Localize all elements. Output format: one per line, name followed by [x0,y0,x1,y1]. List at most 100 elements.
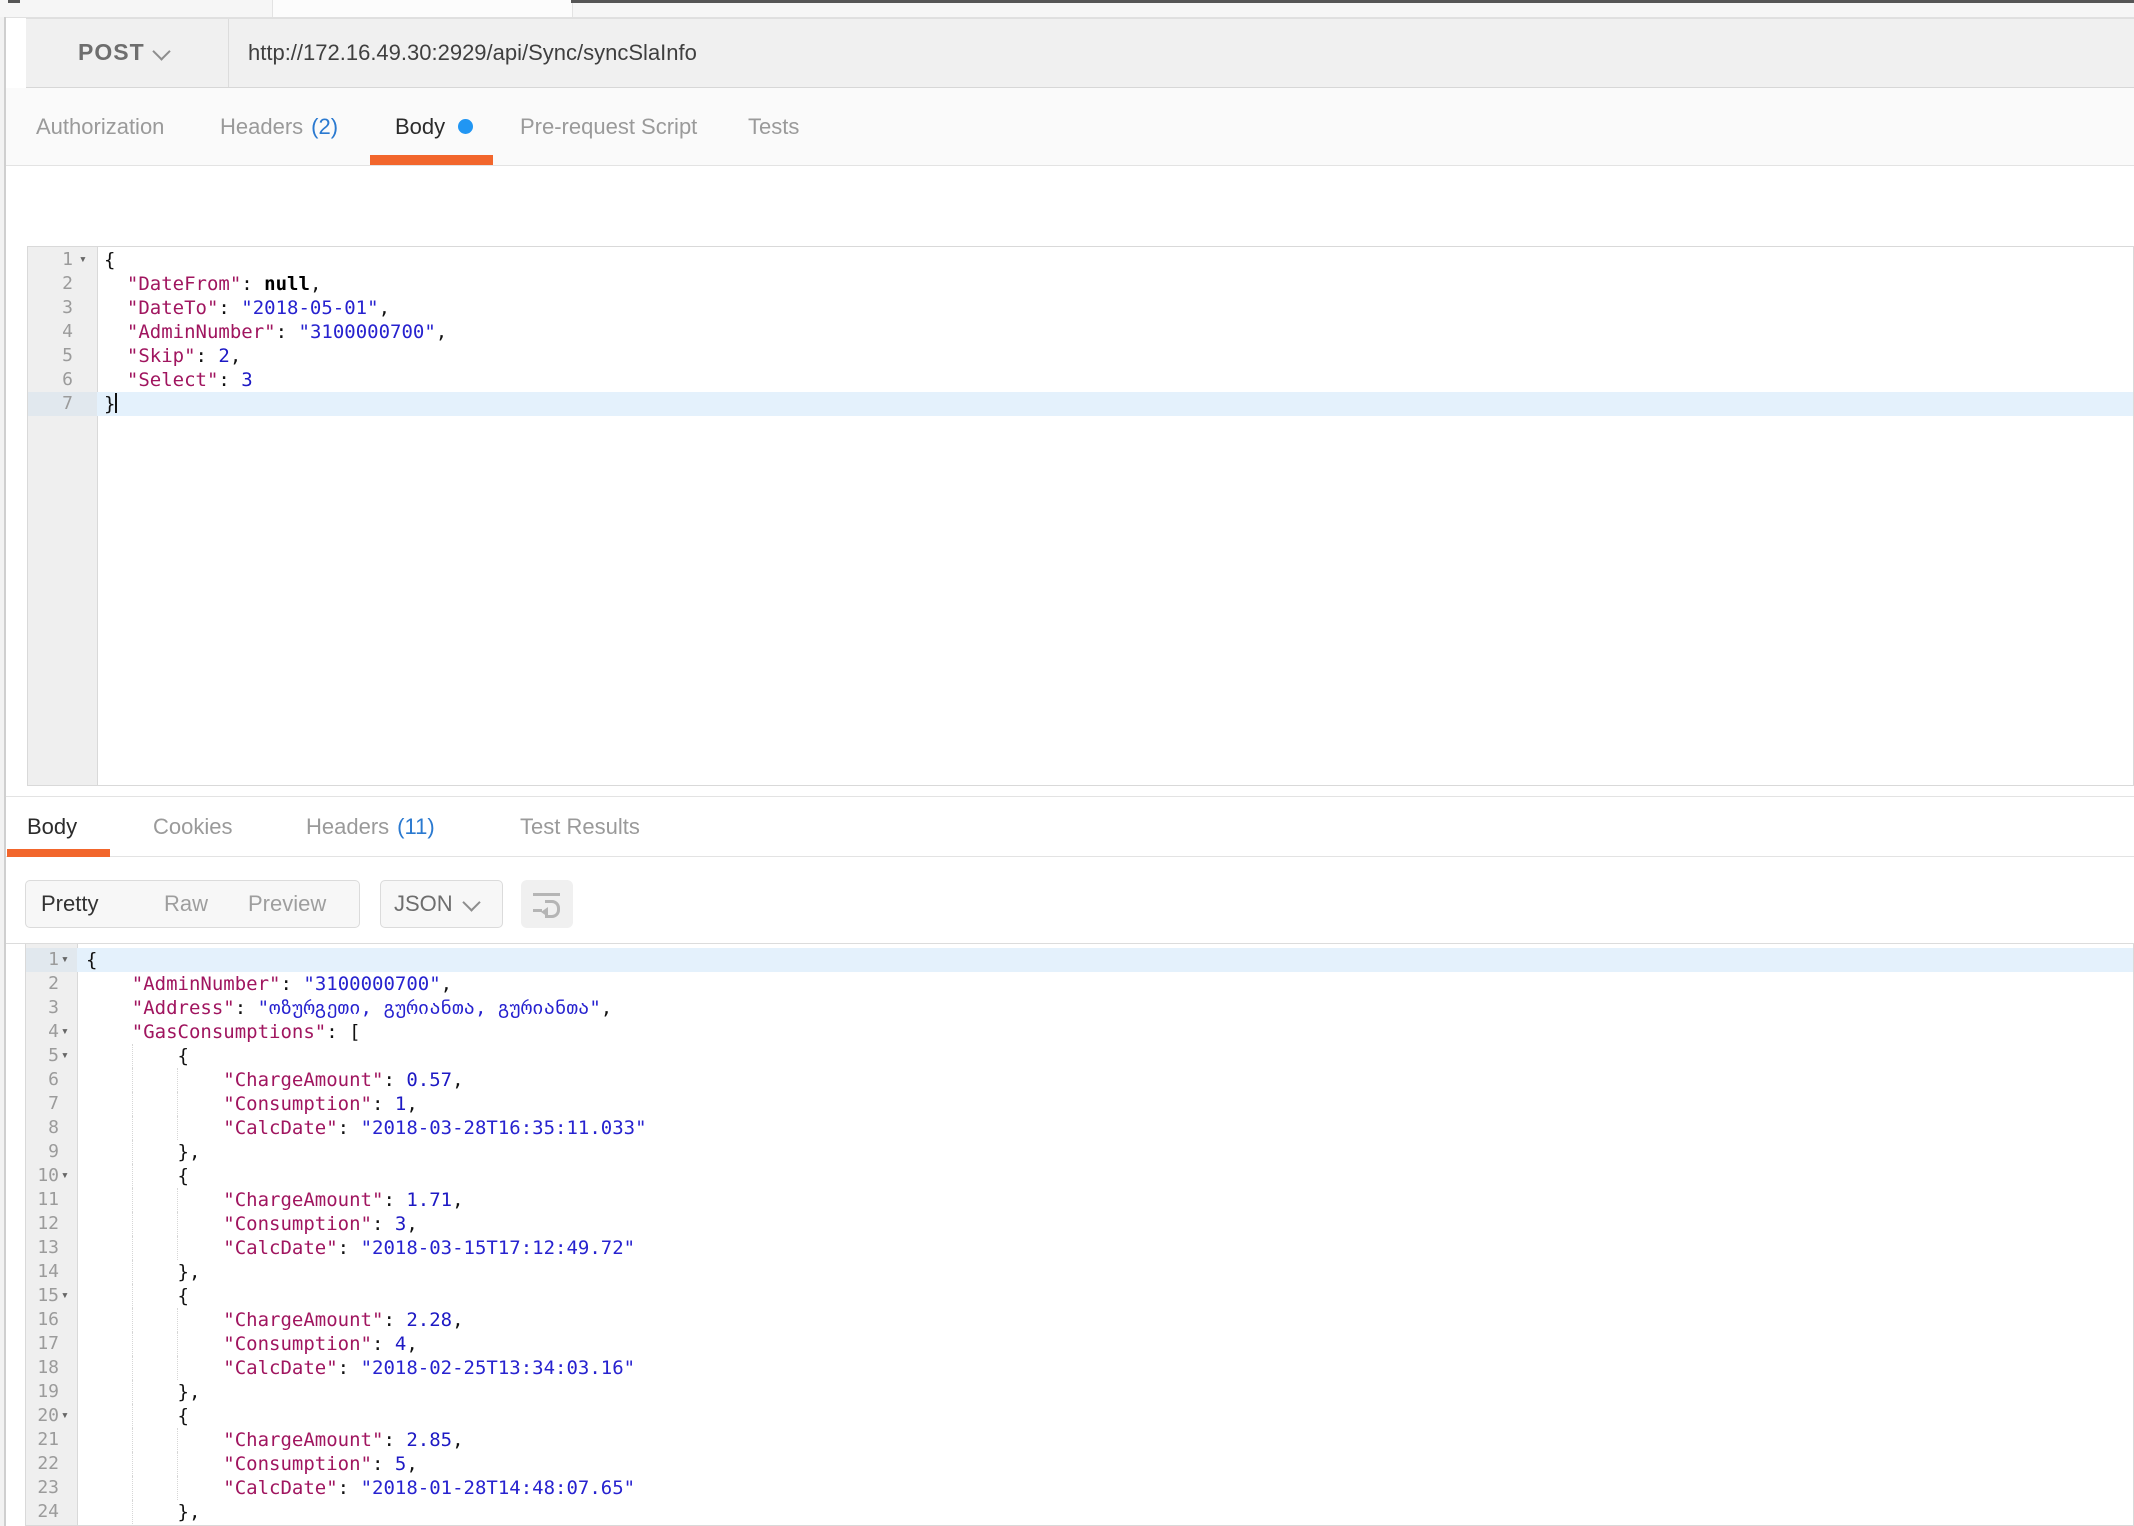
line-number: 13 [26,1236,59,1260]
line-number: 1 [26,948,59,972]
code-line: 14 }, [26,1260,2133,1284]
code-text: "Address": "ოზურგეთი, გურიანთა, გურიანთა… [86,996,612,1020]
response-body-viewer[interactable]: 1▾{2 "AdminNumber": "3100000700",3 "Addr… [25,944,2134,1526]
code-text: "DateTo": "2018-05-01", [104,296,390,320]
view-preview-button[interactable]: Preview [248,891,326,917]
code-line: 15▾ { [26,1284,2133,1308]
code-text: "DateFrom": null, [104,272,321,296]
code-line: 13 "CalcDate": "2018-03-15T17:12:49.72" [26,1236,2133,1260]
code-text: { [104,248,115,272]
tab-label: Cookies [153,814,232,840]
tab-label: Headers [220,114,303,140]
code-line: 8 "CalcDate": "2018-03-28T16:35:11.033" [26,1116,2133,1140]
line-number: 20 [26,1404,59,1428]
code-text: }, [86,1500,200,1524]
code-line: 20▾ { [26,1404,2133,1428]
app-tab-strip [0,0,2134,18]
unsaved-dot-icon [458,119,473,134]
line-number: 21 [26,1428,59,1452]
response-tab-cookies[interactable]: Cookies [153,797,232,856]
code-line: 12 "Consumption": 3, [26,1212,2133,1236]
code-text: "ChargeAmount": 2.85, [86,1428,464,1452]
wrap-lines-icon [533,893,560,896]
method-select[interactable]: POST [26,19,229,87]
text-cursor [115,393,117,413]
code-text: "Consumption": 4, [86,1332,418,1356]
fold-toggle-icon[interactable]: ▾ [61,1284,69,1308]
fold-toggle-icon[interactable]: ▾ [79,248,87,272]
line-number: 7 [28,392,73,416]
line-number: 5 [26,1044,59,1068]
line-number: 6 [28,368,73,392]
line-number: 23 [26,1476,59,1500]
response-format-select[interactable]: JSON [380,880,503,928]
fold-toggle-icon[interactable]: ▾ [61,1164,69,1188]
line-number: 9 [26,1140,59,1164]
tab-body[interactable]: Body [395,88,473,165]
postman-app-window: POST http://172.16.49.30:2929/api/Sync/s… [0,0,2134,1526]
line-number: 6 [26,1068,59,1092]
request-url-bar: POST http://172.16.49.30:2929/api/Sync/s… [26,18,2134,88]
line-number: 14 [26,1260,59,1284]
code-line: 10▾ { [26,1164,2133,1188]
line-number: 7 [26,1092,59,1116]
chevron-down-icon [462,893,480,911]
code-text: "AdminNumber": "3100000700", [86,972,452,996]
code-text: } [104,392,117,416]
line-number: 1 [28,248,73,272]
code-text: "Select": 3 [104,368,253,392]
line-number: 17 [26,1332,59,1356]
tab-headers[interactable]: Headers(2) [220,88,338,165]
code-line: 19 }, [26,1380,2133,1404]
request-tabs: Authorization Headers(2) Body Pre-request S… [6,88,2134,166]
fold-toggle-icon[interactable]: ▾ [61,1044,69,1068]
code-text: "Consumption": 5, [86,1452,418,1476]
code-line: 3 "DateTo": "2018-05-01", [28,296,2133,320]
tab-label: Headers [306,814,389,840]
fold-toggle-icon[interactable]: ▾ [61,1020,69,1044]
code-line: 7} [28,392,2133,416]
tab-label: Authorization [36,114,164,140]
code-line: 16 "ChargeAmount": 2.28, [26,1308,2133,1332]
line-number: 8 [26,1116,59,1140]
url-input[interactable]: http://172.16.49.30:2929/api/Sync/syncSl… [248,40,697,66]
tab-pre-request-script[interactable]: Pre-request Script [520,88,697,165]
code-line: 5 "Skip": 2, [28,344,2133,368]
code-line: 3 "Address": "ოზურგეთი, გურიანთა, გურიან… [26,996,2133,1020]
response-tab-test-results[interactable]: Test Results [520,797,640,856]
tab-tests[interactable]: Tests [748,88,799,165]
code-line: 6 "Select": 3 [28,368,2133,392]
code-text: "Consumption": 1, [86,1092,418,1116]
code-text: "Consumption": 3, [86,1212,418,1236]
tab-label: Pre-request Script [520,114,697,140]
line-number: 11 [26,1188,59,1212]
view-raw-button[interactable]: Raw [164,891,208,917]
code-line: 2 "DateFrom": null, [28,272,2133,296]
fold-toggle-icon[interactable]: ▾ [61,948,69,972]
code-line: 1▾ { [28,248,2133,272]
request-body-editor[interactable]: 1▾{2 "DateFrom": null,3 "DateTo": "2018-… [27,246,2134,786]
wrap-lines-button[interactable] [521,880,573,928]
line-number: 2 [28,272,73,296]
code-line: 24 }, [26,1500,2133,1524]
code-line: 18 "CalcDate": "2018-02-25T13:34:03.16" [26,1356,2133,1380]
fold-toggle-icon[interactable]: ▾ [61,1404,69,1428]
response-tabs: Body Cookies Headers(11) Test Results [6,797,2134,857]
response-tab-body[interactable]: Body [27,797,77,856]
line-number: 18 [26,1356,59,1380]
code-text: "ChargeAmount": 0.57, [86,1068,464,1092]
code-line: 7 "Consumption": 1, [26,1092,2133,1116]
line-number: 3 [28,296,73,320]
response-tab-headers[interactable]: Headers(11) [306,797,435,856]
code-text: "ChargeAmount": 1.71, [86,1188,464,1212]
active-line-highlight [77,948,2133,972]
tab-authorization[interactable]: Authorization [36,88,164,165]
code-text: "Skip": 2, [104,344,241,368]
code-text: "CalcDate": "2018-01-28T14:48:07.65" [86,1476,635,1500]
code-line: 5▾ { [26,1044,2133,1068]
tab-strip-edge-line [571,0,2134,3]
active-line-highlight [97,392,2133,416]
line-number: 12 [26,1212,59,1236]
view-pretty-button[interactable]: Pretty [41,891,98,917]
app-active-tab[interactable] [272,0,573,17]
